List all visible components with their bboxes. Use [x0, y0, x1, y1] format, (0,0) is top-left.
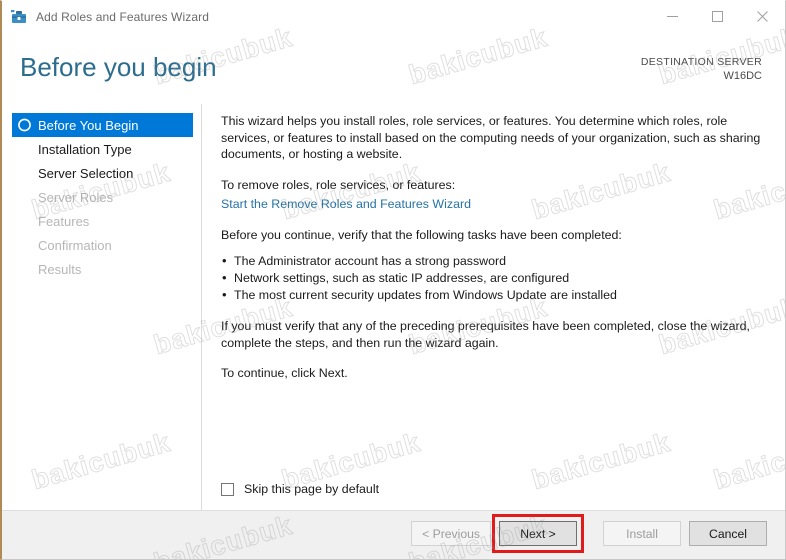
sidebar-item-confirmation: Confirmation — [12, 233, 193, 257]
maximize-icon — [712, 11, 723, 22]
wizard-footer: < Previous Next > Install Cancel — [2, 510, 785, 559]
list-item: The most current security updates from W… — [221, 286, 763, 304]
sidebar-item-server-selection[interactable]: Server Selection — [12, 161, 193, 185]
sidebar-item-label: Results — [38, 261, 82, 277]
intro-paragraph: This wizard helps you install roles, rol… — [221, 114, 761, 161]
sidebar-item-label: Confirmation — [38, 237, 112, 253]
page-title: Before you begin — [20, 52, 217, 82]
skip-page-option[interactable]: Skip this page by default — [221, 482, 379, 496]
continue-note-paragraph: To continue, click Next. — [221, 366, 348, 380]
close-icon — [757, 11, 768, 22]
skip-page-label: Skip this page by default — [244, 482, 380, 496]
sidebar-item-before-you-begin[interactable]: Before You Begin — [12, 113, 193, 137]
close-button[interactable] — [740, 1, 785, 32]
minimize-button[interactable] — [650, 1, 695, 32]
sidebar-item-label: Features — [38, 213, 90, 229]
sidebar-item-label: Server Selection — [38, 165, 134, 181]
remove-prompt-text: To remove roles, role services, or featu… — [221, 177, 456, 192]
destination-server-value: W16DC — [723, 70, 762, 82]
cancel-button[interactable]: Cancel — [689, 521, 767, 546]
destination-server-block: DESTINATION SERVER W16DC — [641, 55, 762, 83]
minimize-icon — [667, 16, 678, 17]
maximize-button[interactable] — [695, 1, 740, 32]
window-controls — [650, 1, 785, 32]
add-roles-features-wizard-window: Add Roles and Features Wizard Before you… — [0, 0, 786, 560]
prerequisite-task-list: The Administrator account has a strong p… — [221, 252, 763, 304]
wizard-content: This wizard helps you install roles, rol… — [203, 104, 785, 511]
install-button: Install — [603, 521, 681, 546]
sidebar-item-label: Before You Begin — [38, 117, 139, 133]
wizard-step-nav: Before You Begin Installation Type Serve… — [2, 104, 202, 511]
wizard-body: Before You Begin Installation Type Serve… — [2, 104, 785, 511]
window-title: Add Roles and Features Wizard — [36, 9, 209, 24]
wizard-header: Before you begin DESTINATION SERVER W16D… — [2, 32, 785, 104]
verify-note-paragraph: If you must verify that any of the prece… — [221, 319, 750, 350]
sidebar-item-results: Results — [12, 257, 193, 281]
verify-prompt-text: Before you continue, verify that the fol… — [221, 227, 622, 242]
current-step-ring-icon — [18, 118, 31, 132]
skip-page-checkbox[interactable] — [221, 482, 234, 496]
server-manager-toolbox-icon — [11, 9, 26, 23]
list-item: The Administrator account has a strong p… — [221, 252, 763, 270]
list-item: Network settings, such as static IP addr… — [221, 269, 763, 287]
destination-server-label: DESTINATION SERVER — [640, 56, 762, 68]
remove-roles-features-wizard-link[interactable]: Start the Remove Roles and Features Wiza… — [221, 196, 471, 213]
previous-button: < Previous — [411, 521, 491, 546]
title-bar: Add Roles and Features Wizard — [2, 1, 785, 32]
sidebar-item-label: Server Roles — [38, 189, 114, 205]
sidebar-item-server-roles: Server Roles — [12, 185, 193, 209]
sidebar-item-installation-type[interactable]: Installation Type — [12, 137, 193, 161]
next-button[interactable]: Next > — [499, 521, 577, 546]
footer-button-row: < Previous Next > Install Cancel — [411, 514, 767, 553]
sidebar-item-label: Installation Type — [38, 141, 132, 157]
sidebar-item-features: Features — [12, 209, 193, 233]
next-button-wrap: Next > — [492, 514, 584, 553]
